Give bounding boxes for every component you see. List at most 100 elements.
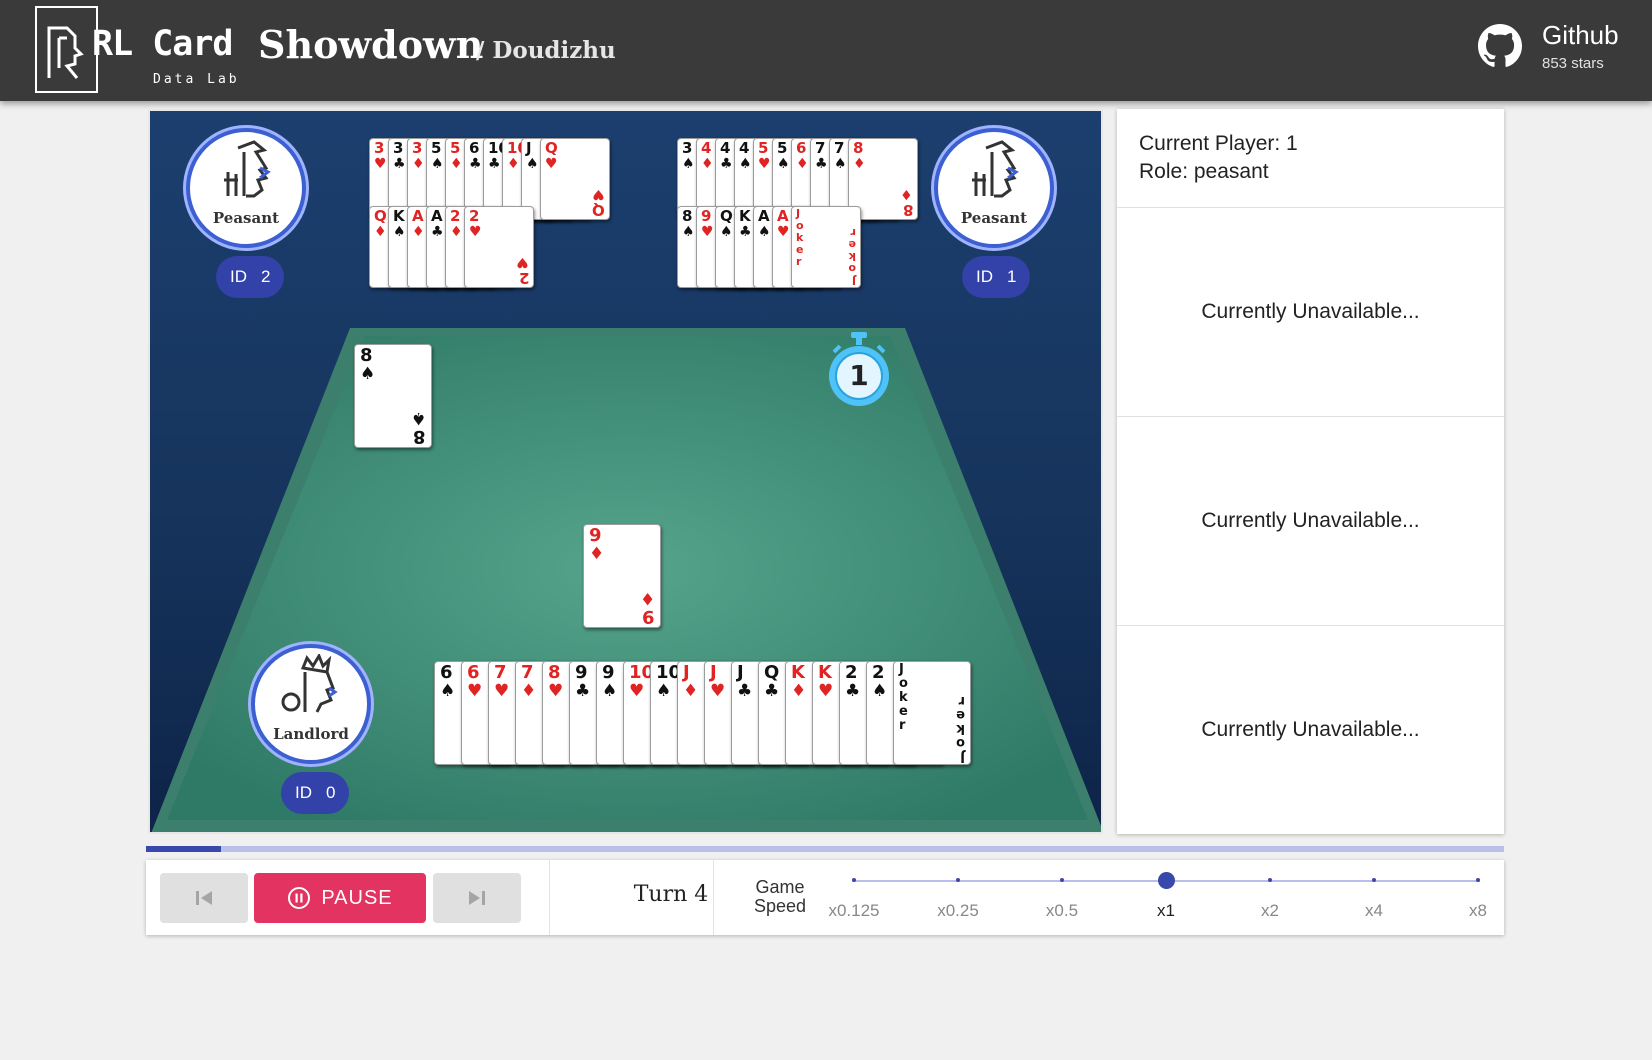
id-prefix: ID [230, 267, 247, 286]
player-1-id-chip: ID 1 [962, 256, 1031, 298]
card-rank: 9 [701, 207, 712, 225]
card-suit-corner: ♠ [410, 408, 426, 428]
player-0-id: 0 [326, 783, 336, 802]
slider-tick[interactable] [1372, 878, 1376, 882]
card-rank: Q [374, 207, 387, 225]
progress-fill [146, 846, 221, 852]
card-suit: ♥ [545, 156, 558, 172]
card-suit: ♠ [720, 224, 733, 240]
unavailable-text: Currently Unavailable... [1201, 300, 1420, 323]
game-progress-bar[interactable] [146, 846, 1504, 852]
card-rank: 9 [602, 662, 615, 683]
card-suit: ♥ [469, 224, 482, 240]
player-2-id-chip: ID 2 [216, 256, 285, 298]
speed-option-label[interactable]: x1 [1131, 901, 1201, 921]
datalab-logo [35, 6, 98, 93]
game-speed-slider[interactable]: x0.125 x0.25 x0.5 x1 x2 x4 x8 [828, 872, 1487, 924]
card-rank: Joker [796, 207, 804, 268]
card-suit: ♥ [710, 681, 726, 701]
card-rank: Joker [899, 662, 908, 733]
game-board: Peasant ID 2 Peasant ID 1 Landlord ID 0 … [148, 109, 1103, 834]
slider-tick[interactable] [852, 878, 856, 882]
card-rank: 7 [834, 139, 845, 157]
card-rank: 8 [682, 207, 693, 225]
app-root: RL Card Showdown Data Lab / Doudizhu Git… [0, 0, 1652, 1060]
card-rank: J [737, 662, 744, 683]
card-rank: 9 [589, 525, 602, 546]
game-name: / Doudizhu [476, 37, 616, 64]
playback-controls: PAUSE Turn 4 Game Speed x0.125 x0.25 x0.5 x… [146, 860, 1504, 935]
card-suit: ♣ [393, 156, 406, 172]
brand-title: RL Card [92, 24, 234, 64]
playing-card: 2 ♥ 2 ♥ [464, 206, 534, 288]
pause-label: PAUSE [321, 886, 393, 909]
card-suit: ♠ [682, 224, 695, 240]
player-0-id-chip: ID 0 [281, 772, 350, 814]
card-suit: ♥ [818, 681, 834, 701]
card-suit: ♦ [853, 156, 866, 172]
card-rank: 8 [548, 662, 561, 683]
player-2-avatar: Peasant [186, 128, 306, 248]
card-rank: Q [764, 662, 780, 683]
player-1-role: Peasant [960, 209, 1028, 227]
current-player-text: Current Player: 1 [1139, 132, 1298, 155]
next-step-button[interactable] [433, 873, 521, 923]
skip-next-icon [469, 891, 485, 905]
card-rank: K [818, 662, 832, 683]
player-0-avatar: Landlord [251, 644, 371, 764]
card-rank: K [393, 207, 405, 225]
slider-tick[interactable] [956, 878, 960, 882]
speed-option-label[interactable]: x0.125 [819, 901, 889, 921]
turn-counter: Turn 4 [633, 882, 709, 907]
card-rank: Q [545, 139, 558, 157]
slider-tick[interactable] [1268, 878, 1272, 882]
slider-thumb[interactable] [1158, 872, 1175, 889]
pause-button[interactable]: PAUSE [254, 873, 426, 923]
card-suit: ♣ [431, 224, 444, 240]
github-link[interactable]: Github [1542, 20, 1619, 51]
card-rank-corner: Joker [956, 693, 965, 764]
card-rank: 4 [739, 139, 750, 157]
card-suit: ♦ [450, 156, 463, 172]
card-rank: K [739, 207, 751, 225]
card-rank: Q [720, 207, 733, 225]
speed-option-label[interactable]: x8 [1443, 901, 1513, 921]
card-suit: ♣ [739, 224, 752, 240]
speed-option-label[interactable]: x4 [1339, 901, 1409, 921]
card-rank: 7 [521, 662, 534, 683]
brand-subtitle: Data Lab [153, 72, 240, 87]
current-role-text: Role: peasant [1139, 160, 1269, 183]
card-suit: ♦ [450, 224, 463, 240]
card-suit: ♣ [815, 156, 828, 172]
card-suit: ♠ [682, 156, 695, 172]
card-rank: 5 [777, 139, 788, 157]
card-suit-corner: ♥ [516, 254, 529, 270]
card-rank: 6 [796, 139, 807, 157]
card-rank-corner: 9 [642, 606, 655, 627]
panel-section-1: Currently Unavailable... [1117, 208, 1504, 417]
current-player-info: Current Player: 1 Role: peasant [1117, 109, 1504, 208]
speed-label-line-1: Game [755, 877, 805, 897]
card-suit: ♦ [412, 224, 425, 240]
skip-previous-icon [196, 891, 212, 905]
card-rank: 3 [682, 139, 693, 157]
card-suit: ♣ [845, 681, 861, 701]
speed-option-label[interactable]: x0.25 [923, 901, 993, 921]
card-suit: ♠ [872, 681, 888, 701]
panel-section-2: Currently Unavailable... [1117, 417, 1504, 626]
speed-option-label[interactable]: x2 [1235, 901, 1305, 921]
slider-tick[interactable] [1060, 878, 1064, 882]
github-icon[interactable] [1478, 24, 1522, 68]
card-rank: 2 [845, 662, 858, 683]
previous-step-button[interactable] [160, 873, 248, 923]
card-suit: ♠ [834, 156, 847, 172]
player-1-id: 1 [1007, 267, 1017, 286]
slider-tick[interactable] [1476, 878, 1480, 882]
card-suit: ♠ [777, 156, 790, 172]
speed-label-line-2: Speed [753, 896, 807, 916]
logo-head-icon [47, 26, 84, 79]
card-rank-corner: 2 [518, 269, 529, 287]
speed-option-label[interactable]: x0.5 [1027, 901, 1097, 921]
card-rank: 6 [469, 139, 480, 157]
card-rank-corner: Joker [848, 226, 856, 287]
